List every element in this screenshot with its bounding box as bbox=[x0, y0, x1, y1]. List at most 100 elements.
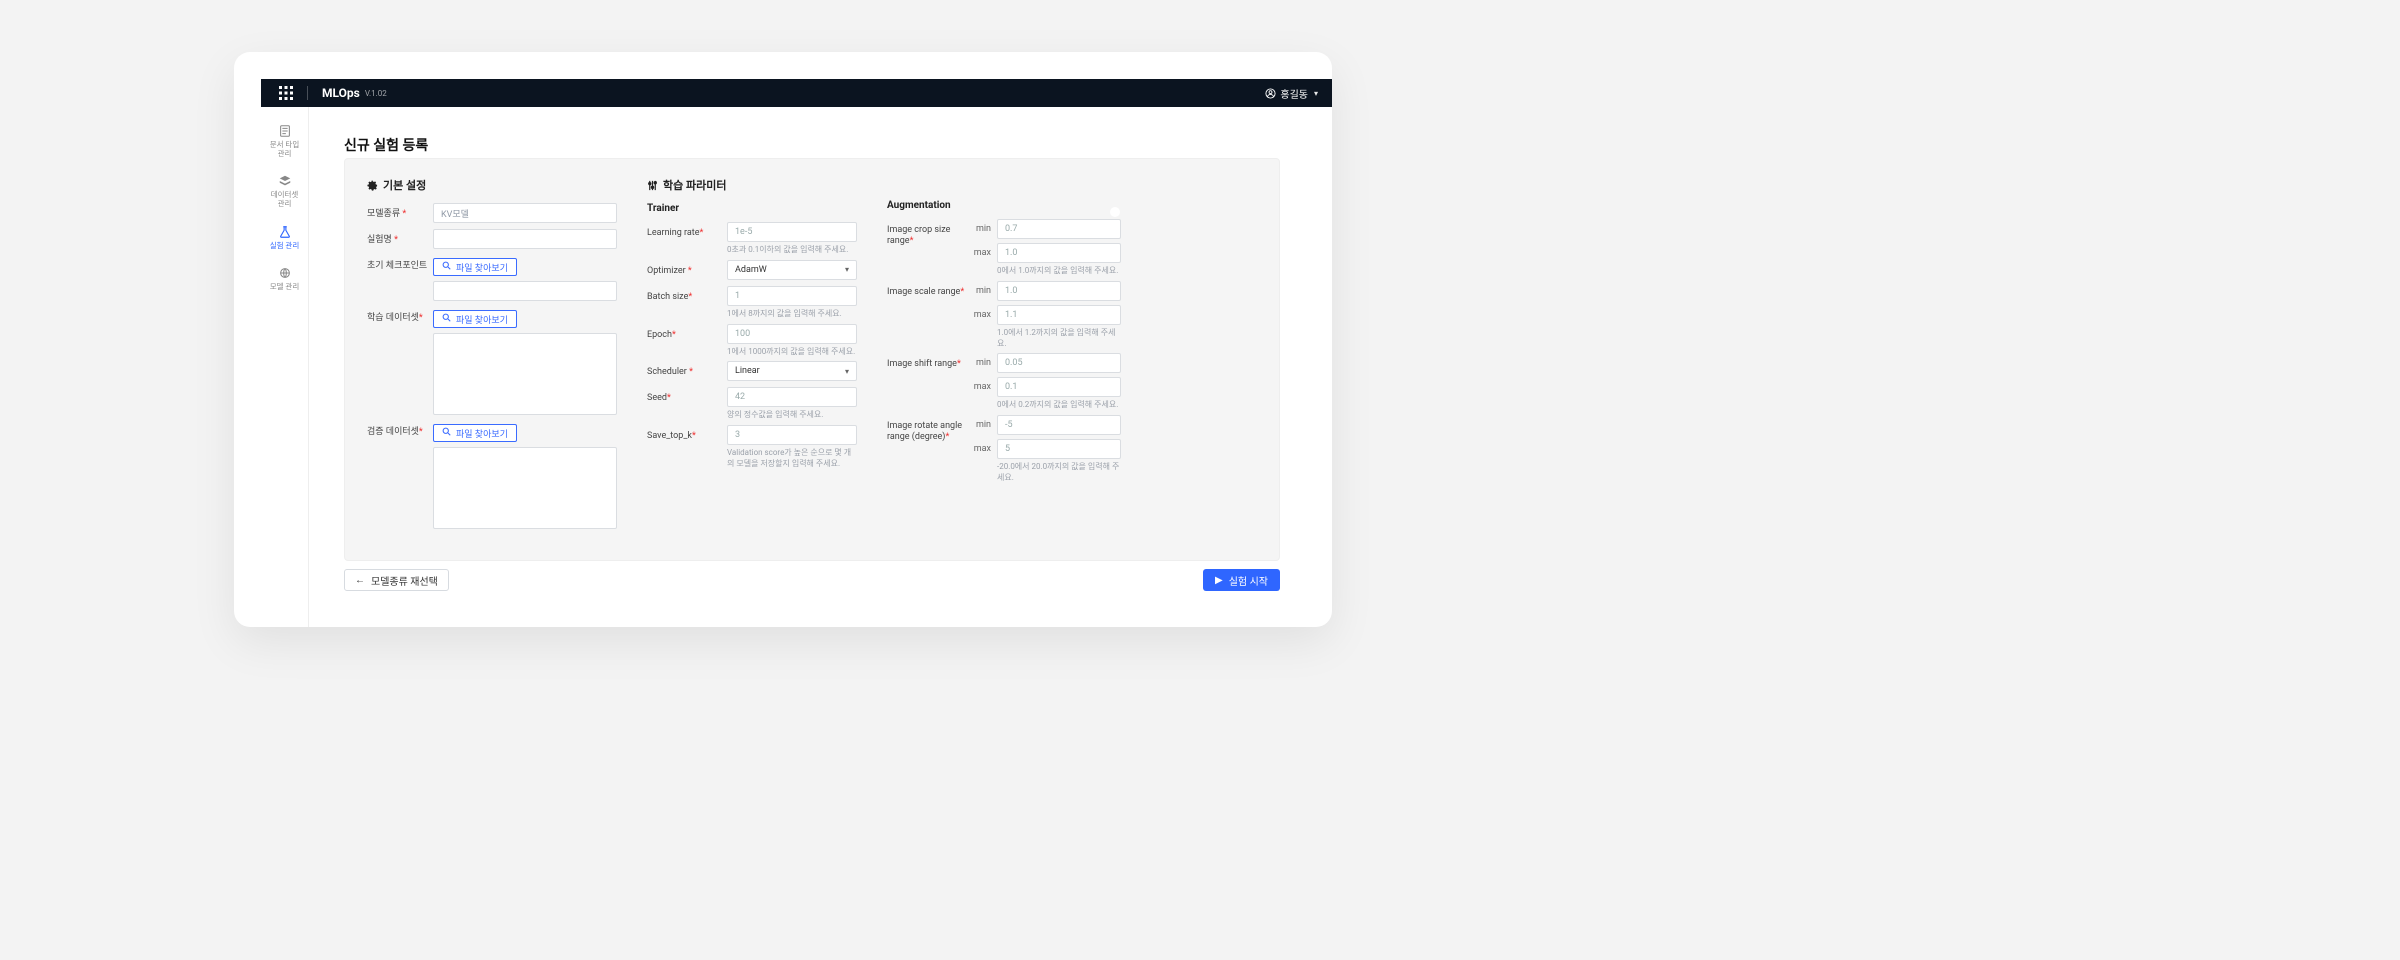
sidebar-item-dataset[interactable]: 데이터셋 관리 bbox=[261, 170, 308, 212]
sidebar-item-label: 관리 bbox=[278, 149, 292, 158]
max-label: max bbox=[967, 382, 991, 392]
arrow-left-icon: ← bbox=[355, 575, 365, 586]
epoch-placeholder: 100 bbox=[735, 329, 750, 339]
min-label: min bbox=[967, 358, 991, 368]
gear-icon bbox=[367, 180, 378, 191]
savetopk-placeholder: 3 bbox=[735, 430, 740, 440]
shift-max-ph: 0.1 bbox=[1005, 382, 1018, 392]
train-ds-label: 학습 데이터셋 bbox=[367, 313, 419, 323]
app-window: MLOps V.1.02 홍길동 ▾ 문서 타입 관리 데이터셋 관리 실험 관… bbox=[234, 52, 1332, 627]
search-icon bbox=[442, 261, 451, 273]
rotate-min-ph: -5 bbox=[1005, 420, 1013, 430]
footer-actions: ← 모델종류 재선택 ▶ 실험 시작 bbox=[344, 569, 1280, 591]
form-sheet: 기본 설정 모델종류 * KV모델 실험명 * 초기 체크포인트 파일 찾아보 bbox=[344, 158, 1280, 561]
rotate-min-input[interactable]: -5 bbox=[997, 415, 1121, 435]
augmentation-column: . Augmentation Image crop size range* mi… bbox=[887, 177, 1121, 542]
rotate-max-input[interactable]: 5 bbox=[997, 439, 1121, 459]
init-ckpt-label: 초기 체크포인트 bbox=[367, 261, 427, 271]
chevron-down-icon[interactable]: ▾ bbox=[1314, 89, 1318, 98]
scale-help: 1.0에서 1.2까지의 값을 입력해 주세요. bbox=[967, 328, 1121, 350]
trainer-column: 학습 파라미터 Trainer Learning rate* 1e-5 0초과 … bbox=[647, 177, 857, 542]
init-ckpt-browse-button[interactable]: 파일 찾아보기 bbox=[433, 258, 517, 276]
optimizer-select[interactable]: AdamW bbox=[727, 260, 857, 280]
scheduler-value: Linear bbox=[735, 366, 760, 376]
epoch-input[interactable]: 100 bbox=[727, 324, 857, 344]
lr-input[interactable]: 1e-5 bbox=[727, 222, 857, 242]
topbar: MLOps V.1.02 홍길동 ▾ bbox=[261, 79, 1332, 107]
epoch-label: Epoch bbox=[647, 330, 672, 340]
topbar-divider bbox=[307, 86, 308, 100]
init-ckpt-value-box bbox=[433, 281, 617, 301]
basic-settings-column: 기본 설정 모델종류 * KV모델 실험명 * 초기 체크포인트 파일 찾아보 bbox=[367, 177, 617, 542]
user-name[interactable]: 홍길동 bbox=[1280, 86, 1308, 101]
crop-label: Image crop size range bbox=[887, 225, 950, 246]
sidebar-item-label: 관리 bbox=[278, 199, 292, 208]
start-button-label: 실험 시작 bbox=[1229, 573, 1268, 588]
shift-label: Image shift range bbox=[887, 359, 957, 369]
exp-name-label: 실험명 bbox=[367, 235, 392, 245]
layers-icon bbox=[278, 174, 292, 188]
sidebar-item-label: 모델 관리 bbox=[270, 282, 299, 291]
optimizer-label: Optimizer bbox=[647, 266, 686, 276]
scale-max-input[interactable]: 1.1 bbox=[997, 305, 1121, 325]
sidebar-item-label: 실험 관리 bbox=[270, 241, 299, 250]
back-reselect-button[interactable]: ← 모델종류 재선택 bbox=[344, 569, 449, 591]
search-icon bbox=[442, 313, 451, 325]
shift-help: 0에서 0.2까지의 값을 입력해 주세요. bbox=[967, 400, 1121, 411]
user-icon bbox=[1265, 88, 1276, 99]
batch-placeholder: 1 bbox=[735, 291, 740, 301]
sliders-icon bbox=[647, 180, 658, 191]
scheduler-select[interactable]: Linear bbox=[727, 361, 857, 381]
crop-help: 0에서 1.0까지의 값을 입력해 주세요. bbox=[967, 266, 1121, 277]
model-type-label: 모델종류 bbox=[367, 209, 400, 219]
min-label: min bbox=[967, 286, 991, 296]
rotate-max-ph: 5 bbox=[1005, 444, 1010, 454]
flask-icon bbox=[278, 225, 292, 239]
seed-placeholder: 42 bbox=[735, 392, 745, 402]
model-type-field: KV모델 bbox=[433, 203, 617, 223]
brand-name: MLOps bbox=[322, 86, 360, 100]
crop-max-ph: 1.0 bbox=[1005, 248, 1018, 258]
shift-min-input[interactable]: 0.05 bbox=[997, 353, 1121, 373]
savetopk-help: Validation score가 높은 순으로 몇 개의 모델을 저장할지 입… bbox=[727, 448, 857, 470]
file-button-label: 파일 찾아보기 bbox=[456, 427, 508, 440]
back-button-label: 모델종류 재선택 bbox=[371, 573, 438, 588]
scale-min-input[interactable]: 1.0 bbox=[997, 281, 1121, 301]
page-title: 신규 실험 등록 bbox=[344, 135, 428, 155]
train-ds-browse-button[interactable]: 파일 찾아보기 bbox=[433, 310, 517, 328]
max-label: max bbox=[967, 248, 991, 258]
savetopk-input[interactable]: 3 bbox=[727, 425, 857, 445]
max-label: max bbox=[967, 444, 991, 454]
batch-label: Batch size bbox=[647, 292, 688, 302]
scheduler-label: Scheduler bbox=[647, 367, 687, 377]
exp-name-input[interactable] bbox=[433, 229, 617, 249]
lr-placeholder: 1e-5 bbox=[735, 227, 752, 237]
scale-max-ph: 1.1 bbox=[1005, 310, 1018, 320]
savetopk-label: Save_top_k bbox=[647, 431, 692, 441]
rotate-label: Image rotate angle range (degree) bbox=[887, 421, 962, 442]
sidebar: 문서 타입 관리 데이터셋 관리 실험 관리 모델 관리 bbox=[261, 107, 309, 627]
sidebar-item-experiment[interactable]: 실험 관리 bbox=[261, 221, 308, 255]
params-section-title: 학습 파라미터 bbox=[663, 177, 726, 193]
valid-ds-list-box bbox=[433, 447, 617, 529]
file-button-label: 파일 찾아보기 bbox=[456, 261, 508, 274]
shift-min-ph: 0.05 bbox=[1005, 358, 1023, 368]
optimizer-value: AdamW bbox=[735, 265, 767, 275]
seed-label: Seed bbox=[647, 393, 667, 403]
epoch-help: 1에서 1000까지의 값을 입력해 주세요. bbox=[727, 347, 857, 358]
gear-globe-icon bbox=[278, 266, 292, 280]
sidebar-item-doc-type[interactable]: 문서 타입 관리 bbox=[261, 120, 308, 162]
start-experiment-button[interactable]: ▶ 실험 시작 bbox=[1203, 569, 1280, 591]
sidebar-item-model[interactable]: 모델 관리 bbox=[261, 262, 308, 296]
augmentation-title: Augmentation bbox=[887, 200, 951, 211]
crop-min-input[interactable]: 0.7 bbox=[997, 219, 1121, 239]
lr-help: 0초과 0.1이하의 값을 입력해 주세요. bbox=[727, 245, 857, 256]
crop-max-input[interactable]: 1.0 bbox=[997, 243, 1121, 263]
seed-input[interactable]: 42 bbox=[727, 387, 857, 407]
search-icon bbox=[442, 427, 451, 439]
batch-help: 1에서 8까지의 값을 입력해 주세요. bbox=[727, 309, 857, 320]
shift-max-input[interactable]: 0.1 bbox=[997, 377, 1121, 397]
batch-input[interactable]: 1 bbox=[727, 286, 857, 306]
valid-ds-browse-button[interactable]: 파일 찾아보기 bbox=[433, 424, 517, 442]
apps-grid-icon[interactable] bbox=[279, 86, 293, 100]
